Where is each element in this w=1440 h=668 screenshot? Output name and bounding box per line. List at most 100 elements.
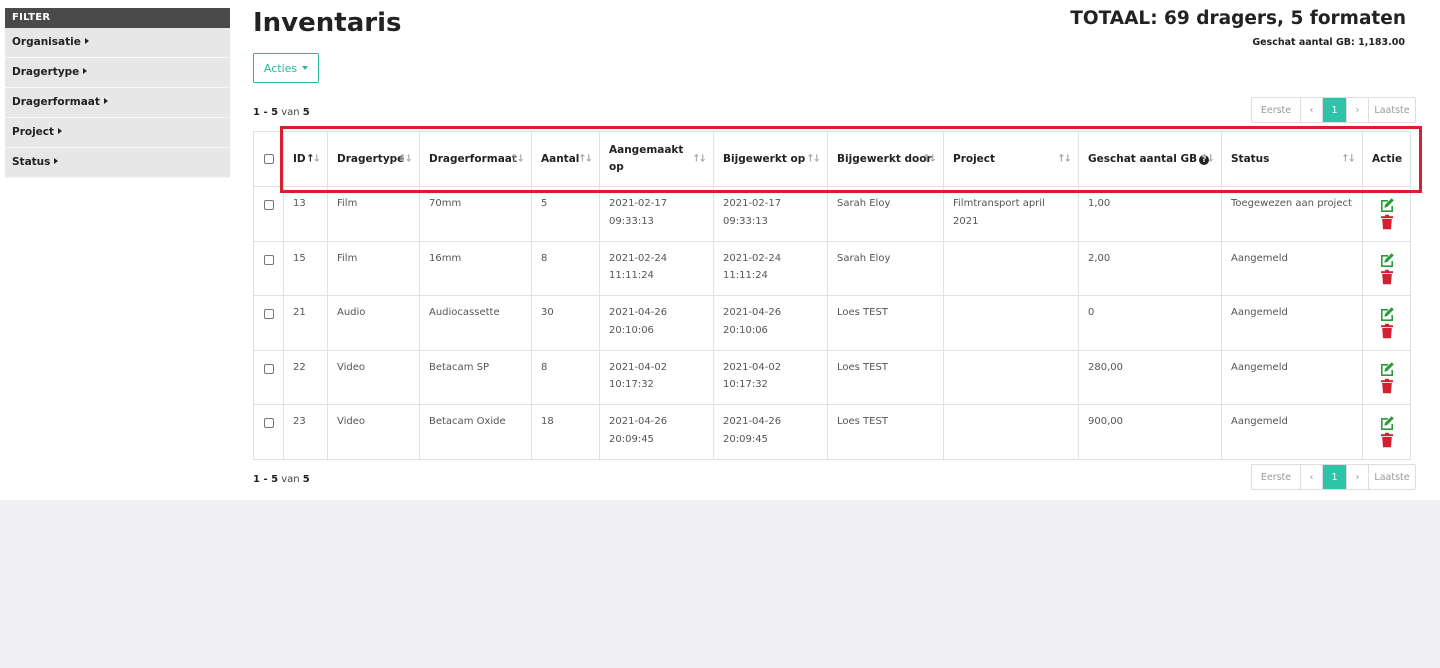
pager-prev[interactable]: ‹ — [1301, 465, 1323, 489]
filter-item-organisatie[interactable]: Organisatie — [5, 28, 230, 58]
col-header-aantal[interactable]: Aantal ↑↓ — [531, 131, 600, 187]
pager-next[interactable]: › — [1347, 465, 1369, 489]
pager-last[interactable]: Laatste — [1369, 98, 1415, 122]
col-header-dragerformaat[interactable]: Dragerformaat ↑↓ — [419, 131, 532, 187]
inventory-table: ID ↑↓ Dragertype ↑↓ Dragerformaat ↑↓ Aantal… — [253, 131, 1411, 460]
trash-icon[interactable] — [1379, 214, 1395, 230]
cell-bijgewerkt: 2021-04-26 20:10:06 — [713, 295, 828, 351]
row-checkbox[interactable] — [263, 309, 274, 319]
caret-right-icon — [84, 38, 89, 44]
dragerformaat-value: Betacam Oxide — [429, 416, 506, 427]
cell-bijgewerkt: 2021-02-17 09:33:13 — [713, 186, 828, 242]
cell-actie — [1362, 240, 1411, 296]
col-label: Aangemaakt — [609, 144, 684, 156]
pager-last[interactable]: Laatste — [1369, 465, 1415, 489]
sort-icon: ↑↓ — [692, 153, 707, 165]
cell-bijgewerkt-door: Loes TEST — [827, 349, 944, 405]
col-header-status[interactable]: Status ↑↓ — [1221, 131, 1363, 187]
cell-bijgewerkt: 2021-04-02 10:17:32 — [713, 349, 828, 405]
table-row: 23 Video Betacam Oxide 18 2021-04-26 20:09:45… — [253, 404, 1411, 460]
col-label: Actie — [1372, 152, 1403, 165]
cell-dragerformaat: Betacam Oxide — [419, 404, 532, 460]
filter-header: FILTER — [5, 8, 230, 28]
edit-icon[interactable] — [1379, 252, 1395, 268]
dragertype-value: Film — [337, 252, 358, 264]
bijgewerkt-value: 2021-04-26 — [723, 307, 782, 318]
row-checkbox[interactable] — [263, 254, 274, 265]
cell-project — [943, 404, 1079, 460]
cell-bijgewerkt: 2021-04-26 20:09:45 — [713, 404, 828, 460]
cell-dragerformaat: 16mm — [419, 240, 532, 296]
col-header-bijgewerkt-door[interactable]: Bijgewerkt door ↑↓ — [827, 131, 944, 187]
cell-actie — [1362, 404, 1411, 460]
status-value: Aangemeld — [1231, 416, 1288, 427]
dragerformaat-value: Audiocassette — [429, 307, 500, 318]
trash-icon[interactable] — [1379, 378, 1395, 394]
col-header-project[interactable]: Project ↑↓ — [943, 131, 1079, 187]
dragerformaat-value: Betacam SP — [429, 361, 489, 373]
bijgewerkt-value: 2021-04-02 — [723, 361, 782, 373]
col-header-aangemaakt-op[interactable]: Aangemaakt op ↑↓ — [599, 131, 714, 187]
col-header-dragertype[interactable]: Dragertype ↑↓ — [327, 131, 420, 187]
cell-dragertype: Film — [327, 240, 420, 296]
row-select-cell — [253, 349, 284, 405]
cell-bijgewerkt-door: Sarah Eloy — [827, 186, 944, 242]
cell-aangemaakt: 2021-04-26 20:09:45 — [599, 404, 714, 460]
edit-icon[interactable] — [1379, 415, 1395, 431]
dragertype-value: Audio — [337, 307, 366, 318]
col-label: ID — [293, 152, 306, 165]
inventory-table-wrapper: ID ↑↓ Dragertype ↑↓ Dragerformaat ↑↓ Aantal… — [253, 131, 1411, 460]
bijgewerkt-door-value: Sarah Eloy — [837, 252, 891, 264]
aangemaakt-value: 10:17:32 — [609, 379, 654, 390]
cell-status: Aangemeld — [1221, 295, 1363, 351]
cell-id: 22 — [283, 349, 328, 405]
row-checkbox[interactable] — [263, 418, 274, 428]
acties-dropdown-button[interactable]: Acties — [253, 53, 319, 83]
table-row: 21 Audio Audiocassette 30 2021-04-26 20:10:06… — [253, 295, 1411, 351]
pager-first[interactable]: Eerste — [1252, 465, 1301, 489]
trash-icon[interactable] — [1379, 323, 1395, 339]
dragertype-value: Video — [337, 416, 366, 427]
trash-icon[interactable] — [1379, 432, 1395, 448]
pager-next[interactable]: › — [1347, 98, 1369, 122]
col-label: Dragerformaat — [429, 152, 517, 165]
col-header-id[interactable]: ID ↑↓ — [283, 131, 328, 187]
col-header-geschat-gb[interactable]: Geschat aantal GB? ↑↓ — [1078, 131, 1222, 187]
cell-dragerformaat: 70mm — [419, 186, 532, 242]
pager-first[interactable]: Eerste — [1252, 98, 1301, 122]
trash-icon[interactable] — [1379, 269, 1395, 285]
col-label: Dragertype — [337, 152, 405, 165]
aantal-value: 8 — [541, 252, 548, 264]
col-label: Bijgewerkt op — [723, 152, 806, 165]
filter-item-dragerformaat[interactable]: Dragerformaat — [5, 88, 230, 118]
geschat-gb-value: 0 — [1088, 307, 1095, 318]
filter-item-dragertype[interactable]: Dragertype — [5, 58, 230, 88]
row-select-cell — [253, 295, 284, 351]
cell-actie — [1362, 186, 1411, 242]
cell-aantal: 18 — [531, 404, 600, 460]
pager-current-page[interactable]: 1 — [1323, 98, 1347, 122]
filter-item-label: Organisatie — [12, 36, 81, 48]
edit-icon[interactable] — [1379, 306, 1395, 322]
col-header-bijgewerkt-op[interactable]: Bijgewerkt op ↑↓ — [713, 131, 828, 187]
edit-icon[interactable] — [1379, 361, 1395, 377]
bijgewerkt-value: 20:10:06 — [723, 324, 768, 336]
row-checkbox[interactable] — [263, 363, 274, 374]
aangemaakt-value: 2021-04-26 — [609, 307, 668, 318]
filter-item-project[interactable]: Project — [5, 118, 230, 148]
pager-prev[interactable]: ‹ — [1301, 98, 1323, 122]
caret-down-icon — [302, 66, 309, 70]
filter-item-status[interactable]: Status — [5, 148, 230, 178]
edit-icon[interactable] — [1379, 197, 1395, 213]
sort-icon: ↑↓ — [398, 153, 413, 165]
select-all-checkbox[interactable] — [263, 153, 274, 164]
bijgewerkt-door-value: Loes TEST — [837, 307, 888, 318]
aantal-value: 30 — [541, 307, 554, 318]
table-body: 13 Film 70mm 5 2021-02-17 09:33:13 2021-02-17 0… — [253, 186, 1411, 460]
row-checkbox[interactable] — [263, 200, 274, 210]
geschat-gb-summary: Geschat aantal GB: 1,183.00 — [1252, 37, 1405, 48]
cell-dragertype: Audio — [327, 295, 420, 351]
pager-current-page[interactable]: 1 — [1323, 465, 1347, 489]
bijgewerkt-value: 20:09:45 — [723, 433, 768, 445]
table-header-row: ID ↑↓ Dragertype ↑↓ Dragerformaat ↑↓ Aantal… — [253, 131, 1411, 187]
